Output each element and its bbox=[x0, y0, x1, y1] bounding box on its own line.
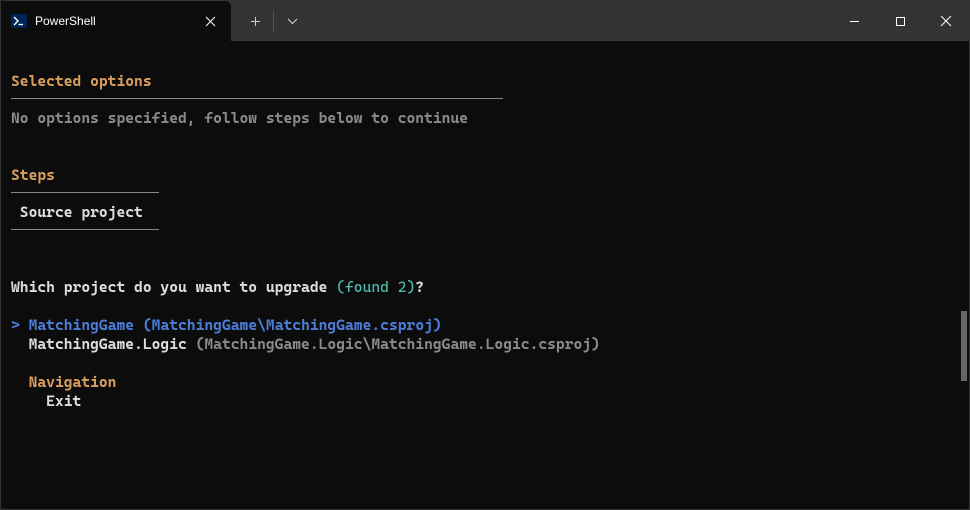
prompt-question: Which project do you want to upgrade (fo… bbox=[11, 278, 959, 297]
navigation-heading: Navigation bbox=[29, 373, 117, 391]
nav-exit-option[interactable]: Exit bbox=[11, 392, 959, 411]
section-divider bbox=[11, 229, 159, 230]
selected-options-heading: Selected options bbox=[11, 72, 152, 93]
maximize-button[interactable] bbox=[877, 1, 923, 41]
option-item[interactable]: MatchingGame.Logic (MatchingGame.Logic\M… bbox=[11, 335, 959, 354]
tab-actions bbox=[231, 1, 316, 41]
close-window-button[interactable] bbox=[923, 1, 969, 41]
minimize-button[interactable] bbox=[831, 1, 877, 41]
titlebar: PowerShell bbox=[1, 1, 969, 41]
section-divider bbox=[11, 192, 159, 193]
new-tab-button[interactable] bbox=[237, 1, 273, 41]
scrollbar-thumb[interactable] bbox=[961, 311, 967, 381]
no-options-text: No options specified, follow steps below… bbox=[11, 109, 468, 127]
titlebar-draggable-area[interactable] bbox=[316, 1, 831, 41]
section-divider bbox=[11, 98, 503, 99]
option-selected[interactable]: > MatchingGame (MatchingGame\MatchingGam… bbox=[11, 316, 959, 335]
window-controls bbox=[831, 1, 969, 41]
steps-heading: Steps bbox=[11, 166, 55, 187]
tab-close-button[interactable] bbox=[201, 12, 219, 30]
tab-powershell[interactable]: PowerShell bbox=[1, 1, 231, 41]
step-item: Source project bbox=[20, 203, 143, 221]
tab-title: PowerShell bbox=[35, 14, 193, 28]
tab-dropdown-button[interactable] bbox=[274, 1, 310, 41]
terminal-content[interactable]: Selected options No options specified, f… bbox=[1, 41, 969, 509]
powershell-icon bbox=[11, 13, 27, 29]
